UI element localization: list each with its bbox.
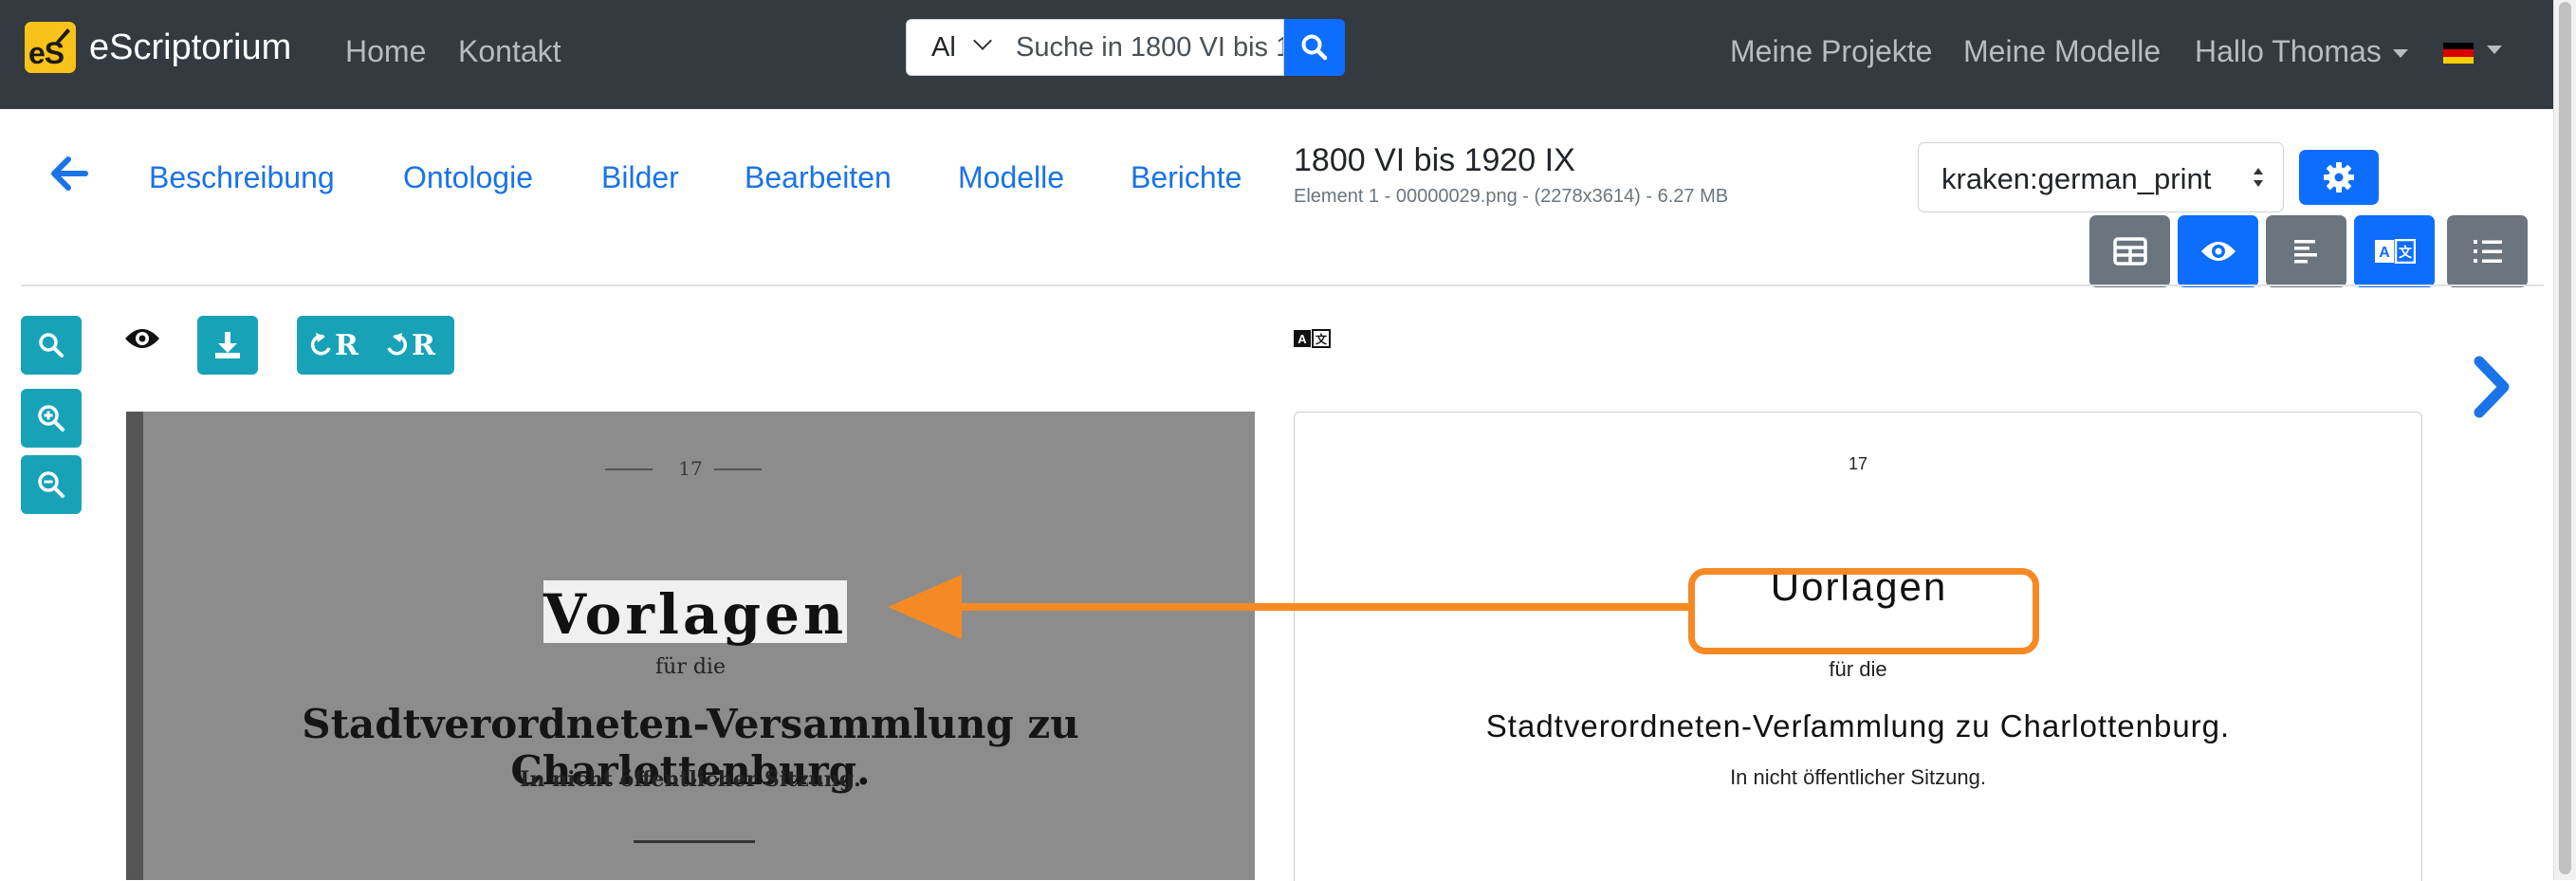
annotation-arrow-head [888, 575, 962, 639]
transcription-sub1[interactable]: für die [1295, 657, 2421, 682]
tab-berichte[interactable]: Berichte [1131, 160, 1242, 195]
toolbar-divider [21, 284, 2544, 286]
scrollbar-thumb[interactable] [2559, 2, 2571, 874]
align-left-icon [2293, 240, 2317, 264]
document-title: 1800 VI bis 1920 IX [1294, 142, 1575, 178]
scan-page-number: 17 [678, 457, 703, 480]
user-greeting: Hallo Thomas [2195, 34, 2382, 68]
search-button[interactable] [1284, 19, 1345, 76]
segmentation-view-button[interactable] [2266, 215, 2346, 287]
svg-text:文: 文 [2399, 245, 2413, 260]
nav-kontakt-link[interactable]: Kontakt [458, 34, 561, 69]
scan-sub2: In nicht öffentlicher Sitzung. [520, 767, 861, 792]
transcription-page-number[interactable]: 17 [1295, 454, 2421, 474]
download-button[interactable] [197, 316, 258, 375]
table-icon [2112, 237, 2147, 266]
model-select-value: kraken:german_print [1941, 162, 2212, 195]
table-view-button[interactable] [2089, 215, 2170, 287]
svg-text:A: A [1297, 332, 1307, 346]
page-edge [126, 412, 143, 880]
zoom-in-icon [38, 405, 64, 431]
tab-bilder[interactable]: Bilder [601, 160, 679, 195]
search-scope-select[interactable]: Al [906, 19, 1003, 76]
gear-icon [2324, 162, 2354, 193]
annotation-arrow-shaft [948, 603, 1688, 611]
zoom-out-icon [38, 471, 64, 498]
next-page-chevron-icon[interactable] [2470, 356, 2512, 418]
transcription-view-button[interactable]: A 文 [2354, 215, 2435, 287]
diplomatic-view-button[interactable] [2447, 215, 2528, 287]
search-input[interactable]: Suche in 1800 VI bis 192 [1001, 19, 1284, 76]
chevron-down-icon [973, 31, 992, 50]
escriptorium-logo[interactable]: eS [25, 22, 76, 73]
rotate-button-group: R R [297, 316, 454, 375]
zoom-out-button[interactable] [21, 455, 82, 514]
rotate-left-icon [310, 333, 331, 356]
nav-home-link[interactable]: Home [345, 34, 426, 69]
annotation-highlight-box [1688, 568, 2039, 654]
toggle-visibility-icon[interactable] [123, 325, 161, 352]
rotate-right-icon [387, 333, 408, 356]
search-icon [39, 333, 64, 358]
model-select[interactable]: kraken:german_print [1918, 142, 2284, 212]
numbered-list-icon [2473, 240, 2502, 263]
transcription-line[interactable]: Stadtverordneten-Verſammlung zu Charlott… [1295, 708, 2421, 744]
scan-heading: Vorlagen [543, 582, 848, 647]
search-tool-button[interactable] [21, 316, 82, 375]
my-models-link[interactable]: Meine Modelle [1963, 34, 2161, 69]
settings-button[interactable] [2299, 150, 2379, 205]
image-view-button[interactable] [2178, 215, 2258, 287]
translate-icon: A 文 [2374, 239, 2416, 264]
svg-text:A: A [2379, 245, 2390, 261]
brand-name[interactable]: eScriptorium [89, 28, 291, 68]
top-navbar: eS eScriptorium Home Kontakt Al Suche in… [0, 0, 2576, 109]
scan-sub1: für die [655, 655, 726, 679]
my-projects-link[interactable]: Meine Projekte [1730, 34, 1932, 69]
download-icon [215, 332, 240, 358]
document-subtitle: Element 1 - 00000029.png - (2278x3614) -… [1294, 186, 1729, 207]
caret-down-icon [2392, 49, 2408, 59]
scan-rule [634, 840, 755, 843]
eye-icon [2200, 242, 2236, 261]
search-scope-value: Al [931, 32, 956, 63]
select-updown-icon [2254, 168, 2263, 187]
tab-modelle[interactable]: Modelle [958, 160, 1064, 195]
zoom-in-button[interactable] [21, 389, 82, 448]
rotate-right-label: R [412, 329, 435, 362]
rotate-left-label: R [335, 329, 359, 362]
document-image-panel[interactable]: 17 Vorlagen für die Stadtverordneten-Ver… [126, 412, 1255, 880]
user-menu[interactable]: Hallo Thomas [2195, 34, 2408, 69]
tab-bearbeiten[interactable]: Bearbeiten [745, 160, 892, 195]
search-icon [1301, 34, 1328, 61]
search-input-value: Suche in 1800 VI bis 192 [1016, 32, 1283, 63]
transcription-sub2[interactable]: In nicht öffentlicher Sitzung. [1295, 765, 2421, 790]
tab-ontologie[interactable]: Ontologie [403, 160, 533, 195]
german-flag-icon[interactable] [2443, 43, 2474, 64]
rotate-left-button[interactable]: R [297, 316, 376, 375]
rotate-right-button[interactable]: R [376, 316, 454, 375]
tab-beschreibung[interactable]: Beschreibung [149, 160, 335, 195]
svg-text:文: 文 [1316, 332, 1328, 346]
back-arrow-icon[interactable] [47, 152, 91, 195]
page-scrollbar[interactable] [2553, 0, 2576, 880]
translate-icon: A 文 [1294, 329, 1331, 348]
language-caret-icon[interactable] [2487, 46, 2502, 54]
